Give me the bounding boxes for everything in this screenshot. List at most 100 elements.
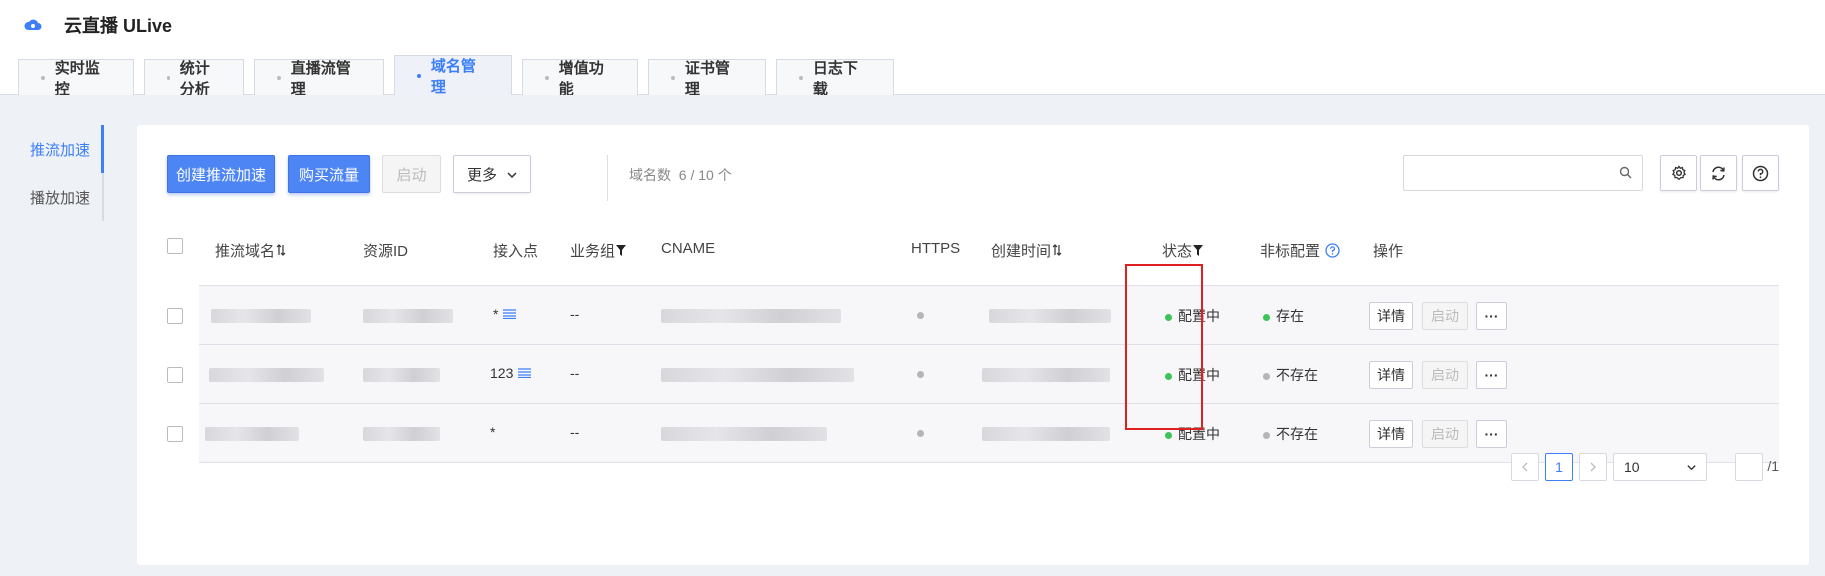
table-row: * -- 配置中 不存在 详情 启动 ···: [167, 403, 1779, 463]
status-dot-icon: [1263, 313, 1270, 321]
tab-label: 域名管理: [430, 57, 476, 96]
sort-icon: [276, 244, 286, 256]
list-icon[interactable]: [503, 309, 517, 320]
app-title: 云直播 ULive: [64, 16, 173, 36]
settings-button[interactable]: [1660, 155, 1697, 191]
access-point-cell: *: [493, 306, 517, 322]
sidenav-item-play-acceleration[interactable]: 播放加速: [0, 173, 104, 221]
header-status[interactable]: 状态: [1162, 240, 1204, 261]
list-icon[interactable]: [518, 368, 532, 379]
buy-traffic-button[interactable]: 购买流量: [288, 155, 370, 193]
detail-button[interactable]: 详情: [1369, 302, 1413, 330]
page-jump-input[interactable]: [1735, 453, 1763, 481]
nonstandard-cell: 不存在: [1263, 424, 1318, 444]
business-group-cell: --: [570, 306, 580, 322]
help-button[interactable]: [1742, 155, 1779, 191]
row-more-button[interactable]: ···: [1476, 361, 1507, 389]
created-time-redacted: [989, 309, 1111, 323]
chevron-down-icon: [1687, 465, 1696, 471]
main-tabs: 实时监控 统计分析 直播流管理 域名管理 增值功能 证书管理 日志下载: [0, 50, 1825, 98]
tab-statistics[interactable]: 统计分析: [144, 59, 244, 98]
filter-icon: [616, 245, 627, 256]
chevron-right-icon: [1590, 462, 1596, 472]
status-highlight-box: [1125, 264, 1203, 430]
header-created-time[interactable]: 创建时间: [991, 240, 1062, 261]
resource-id-redacted: [363, 309, 453, 323]
row-checkbox[interactable]: [167, 367, 183, 383]
header-domain[interactable]: 推流域名: [215, 240, 286, 261]
domain-redacted: [211, 309, 311, 323]
row-start-button[interactable]: 启动: [1422, 361, 1468, 389]
resource-id-redacted: [363, 368, 440, 382]
nonstandard-value: 不存在: [1276, 426, 1318, 442]
detail-button[interactable]: 详情: [1369, 361, 1413, 389]
help-icon: [1752, 165, 1769, 181]
domain-panel: 创建推流加速 购买流量 启动 更多 域名数 6 / 10 个 推流域名 资源ID…: [137, 125, 1809, 565]
tab-certificate-management[interactable]: 证书管理: [648, 59, 766, 98]
row-more-button[interactable]: ···: [1476, 302, 1507, 330]
header-https: HTTPS: [911, 240, 961, 257]
nonstandard-cell: 不存在: [1263, 365, 1318, 385]
refresh-button[interactable]: [1700, 155, 1737, 191]
header-domain-label: 推流域名: [215, 243, 276, 260]
start-button[interactable]: 启动: [382, 155, 441, 193]
nonstandard-value: 存在: [1276, 308, 1304, 324]
filter-icon: [1193, 245, 1204, 256]
content-area: 推流加速 播放加速 创建推流加速 购买流量 启动 更多 域名数 6 / 10 个: [0, 95, 1825, 576]
resource-id-redacted: [363, 427, 440, 441]
tab-value-added[interactable]: 增值功能: [522, 59, 638, 98]
sort-icon: [1052, 244, 1062, 256]
tab-log-download[interactable]: 日志下载: [776, 59, 894, 98]
header-created-time-label: 创建时间: [991, 243, 1052, 260]
business-group-cell: --: [570, 365, 580, 381]
table-row: 123 -- 配置中 不存在 详情 启动 ···: [167, 344, 1779, 403]
page-number-button[interactable]: 1: [1545, 453, 1573, 481]
search-box: [1403, 155, 1643, 191]
search-icon[interactable]: [1619, 166, 1632, 179]
row-checkbox[interactable]: [167, 308, 183, 324]
more-label: 更多: [467, 166, 498, 184]
toolbar: 创建推流加速 购买流量 启动 更多 域名数 6 / 10 个: [167, 155, 1779, 201]
row-start-button[interactable]: 启动: [1422, 420, 1468, 448]
select-all-checkbox[interactable]: [167, 238, 183, 254]
table-header: 推流域名 资源ID 接入点 业务组 CNAME HTTPS 创建时间 状态 非标…: [167, 215, 1779, 285]
more-dropdown[interactable]: 更多: [453, 155, 531, 193]
access-point-cell: 123: [490, 365, 532, 381]
nonstandard-cell: 存在: [1263, 306, 1304, 326]
https-status-dot: [917, 430, 924, 437]
tab-label: 增值功能: [558, 59, 604, 98]
cname-redacted: [661, 427, 827, 441]
row-more-button[interactable]: ···: [1476, 420, 1507, 448]
gear-icon: [1671, 165, 1686, 181]
domain-count-value: 6 / 10 个: [678, 167, 732, 183]
detail-button[interactable]: 详情: [1369, 420, 1413, 448]
tab-dot-icon: [417, 73, 421, 78]
header-business-group[interactable]: 业务组: [570, 240, 627, 261]
access-point-cell: *: [490, 424, 496, 440]
create-push-acceleration-button[interactable]: 创建推流加速: [167, 155, 275, 193]
page-size-select[interactable]: 10: [1613, 453, 1707, 481]
cloud-logo-icon: [24, 19, 42, 30]
tab-label: 统计分析: [179, 59, 210, 98]
tab-realtime-monitor[interactable]: 实时监控: [18, 59, 134, 98]
prev-page-button[interactable]: [1511, 453, 1539, 481]
table-row: * -- 配置中 存在 详情 启动 ···: [167, 285, 1779, 344]
chevron-down-icon: [507, 172, 517, 179]
tab-dot-icon: [41, 75, 45, 80]
tab-label: 日志下载: [812, 59, 858, 98]
help-icon[interactable]: [1325, 243, 1340, 258]
row-start-button[interactable]: 启动: [1422, 302, 1468, 330]
next-page-button[interactable]: [1579, 453, 1607, 481]
access-point-value: *: [493, 306, 499, 322]
created-time-redacted: [982, 427, 1110, 441]
domain-redacted: [205, 427, 299, 441]
sidenav-item-push-acceleration[interactable]: 推流加速: [0, 125, 104, 173]
tab-dot-icon: [167, 75, 170, 80]
cname-redacted: [661, 309, 841, 323]
search-input[interactable]: [1410, 156, 1614, 190]
tab-domain-management[interactable]: 域名管理: [394, 55, 512, 96]
tab-label: 直播流管理: [290, 59, 351, 98]
tab-stream-management[interactable]: 直播流管理: [254, 59, 384, 98]
row-checkbox[interactable]: [167, 426, 183, 442]
header-cname: CNAME: [661, 240, 716, 257]
